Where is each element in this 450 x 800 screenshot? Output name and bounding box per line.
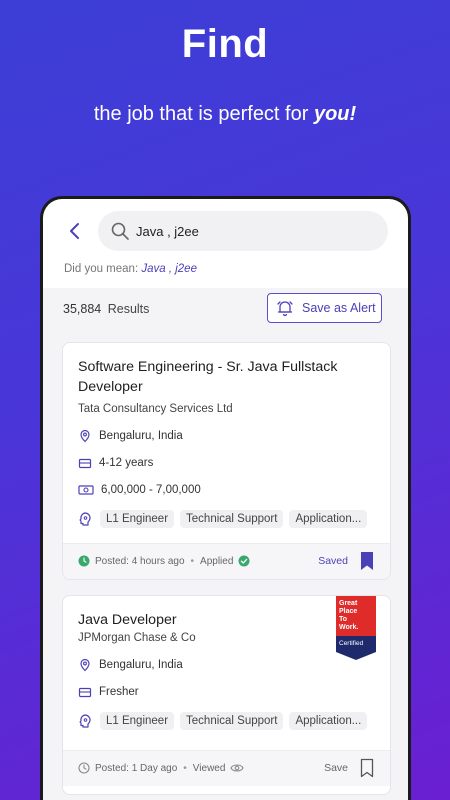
search-box[interactable] — [98, 211, 388, 251]
separator-dot: • — [190, 555, 195, 567]
company-name: JPMorgan Chase & Co — [78, 632, 196, 644]
posted-info: Posted: 4 hours ago • Applied — [78, 555, 255, 567]
save-button[interactable]: Save — [324, 758, 374, 778]
experience-text: 4-12 years — [99, 457, 154, 469]
posted-time: Posted: 4 hours ago — [95, 555, 185, 567]
results-count: 35,884 Results — [63, 302, 149, 316]
skill-tag: Application... — [289, 510, 368, 528]
check-circle-icon — [238, 555, 250, 567]
separator-dot: • — [183, 762, 187, 774]
skills-icon — [79, 714, 91, 728]
skill-tag: Technical Support — [180, 510, 284, 528]
back-arrow-icon[interactable] — [65, 221, 85, 241]
save-as-alert-button[interactable]: Save as Alert — [267, 293, 382, 323]
location-text: Bengaluru, India — [99, 659, 183, 671]
search-bar-row — [43, 209, 408, 253]
skill-tags: L1 Engineer Technical Support Applicatio… — [78, 712, 373, 730]
alarm-bell-icon — [277, 301, 293, 317]
save-label: Save — [324, 762, 348, 774]
card-footer: Posted: 4 hours ago • Applied Saved — [63, 543, 390, 579]
results-number: 35,884 — [63, 302, 102, 316]
badge-text: To — [339, 616, 347, 623]
job-location: Bengaluru, India — [78, 658, 183, 672]
job-experience: 4-12 years — [78, 456, 153, 470]
money-icon — [78, 485, 94, 495]
location-text: Bengaluru, India — [99, 430, 183, 442]
application-status: Applied — [200, 555, 234, 567]
clock-icon — [78, 762, 90, 774]
job-title[interactable]: Java Developer — [78, 610, 363, 630]
search-input[interactable] — [136, 221, 366, 241]
job-salary: 6,00,000 - 7,00,000 — [78, 483, 201, 497]
save-as-alert-label: Save as Alert — [302, 301, 376, 315]
job-card[interactable]: Java Developer Great Place To Work. Cert… — [62, 595, 391, 795]
hero-subtitle-text: the job that is perfect for — [93, 103, 314, 125]
bookmark-filled-icon — [361, 552, 373, 570]
skill-tag: Technical Support — [180, 712, 284, 730]
location-pin-icon — [80, 658, 90, 672]
card-footer: Posted: 1 Day ago • Viewed Save — [63, 750, 390, 786]
did-you-mean-link[interactable]: Java , j2ee — [141, 263, 197, 275]
did-you-mean: Did you mean: Java , j2ee — [64, 263, 197, 275]
hero-subtitle-emphasis: you! — [313, 103, 357, 125]
job-location: Bengaluru, India — [78, 429, 183, 443]
skill-tag: L1 Engineer — [100, 510, 175, 528]
application-status: Viewed — [192, 762, 226, 774]
skill-tag: Application... — [289, 712, 368, 730]
location-pin-icon — [80, 429, 90, 443]
badge-text: Great — [339, 600, 358, 607]
results-label: Results — [107, 302, 150, 316]
experience-text: Fresher — [99, 686, 139, 698]
skill-tags: L1 Engineer Technical Support Applicatio… — [78, 510, 373, 528]
posted-info: Posted: 1 Day ago • Viewed — [78, 762, 249, 774]
badge-text: Certified — [339, 640, 364, 647]
job-card[interactable]: Software Engineering - Sr. Java Fullstac… — [62, 342, 391, 580]
job-title[interactable]: Software Engineering - Sr. Java Fullstac… — [78, 357, 363, 397]
great-place-to-work-badge: Great Place To Work. Certified — [336, 596, 376, 660]
clock-icon — [78, 555, 90, 567]
saved-label: Saved — [318, 555, 348, 567]
results-area: 35,884 Results Save as Alert Software En… — [43, 288, 408, 800]
skill-tag: L1 Engineer — [100, 712, 175, 730]
eye-icon — [230, 764, 245, 772]
saved-button[interactable]: Saved — [318, 551, 374, 571]
bookmark-outline-icon — [360, 758, 374, 778]
badge-text: Place — [339, 608, 357, 615]
briefcase-icon — [78, 458, 92, 469]
posted-time: Posted: 1 Day ago — [95, 762, 178, 774]
hero-subtitle: the job that is perfect for you! — [0, 103, 450, 126]
search-icon — [110, 221, 130, 241]
skills-icon — [79, 512, 91, 526]
company-name: Tata Consultancy Services Ltd — [78, 403, 233, 415]
did-you-mean-prefix: Did you mean: — [64, 263, 139, 275]
salary-text: 6,00,000 - 7,00,000 — [101, 484, 201, 496]
job-experience: Fresher — [78, 685, 139, 699]
badge-text: Work. — [339, 624, 358, 631]
hero-title: Find — [181, 22, 269, 66]
briefcase-icon — [78, 687, 92, 698]
phone-frame: Did you mean: Java , j2ee 35,884 Results… — [40, 196, 411, 800]
